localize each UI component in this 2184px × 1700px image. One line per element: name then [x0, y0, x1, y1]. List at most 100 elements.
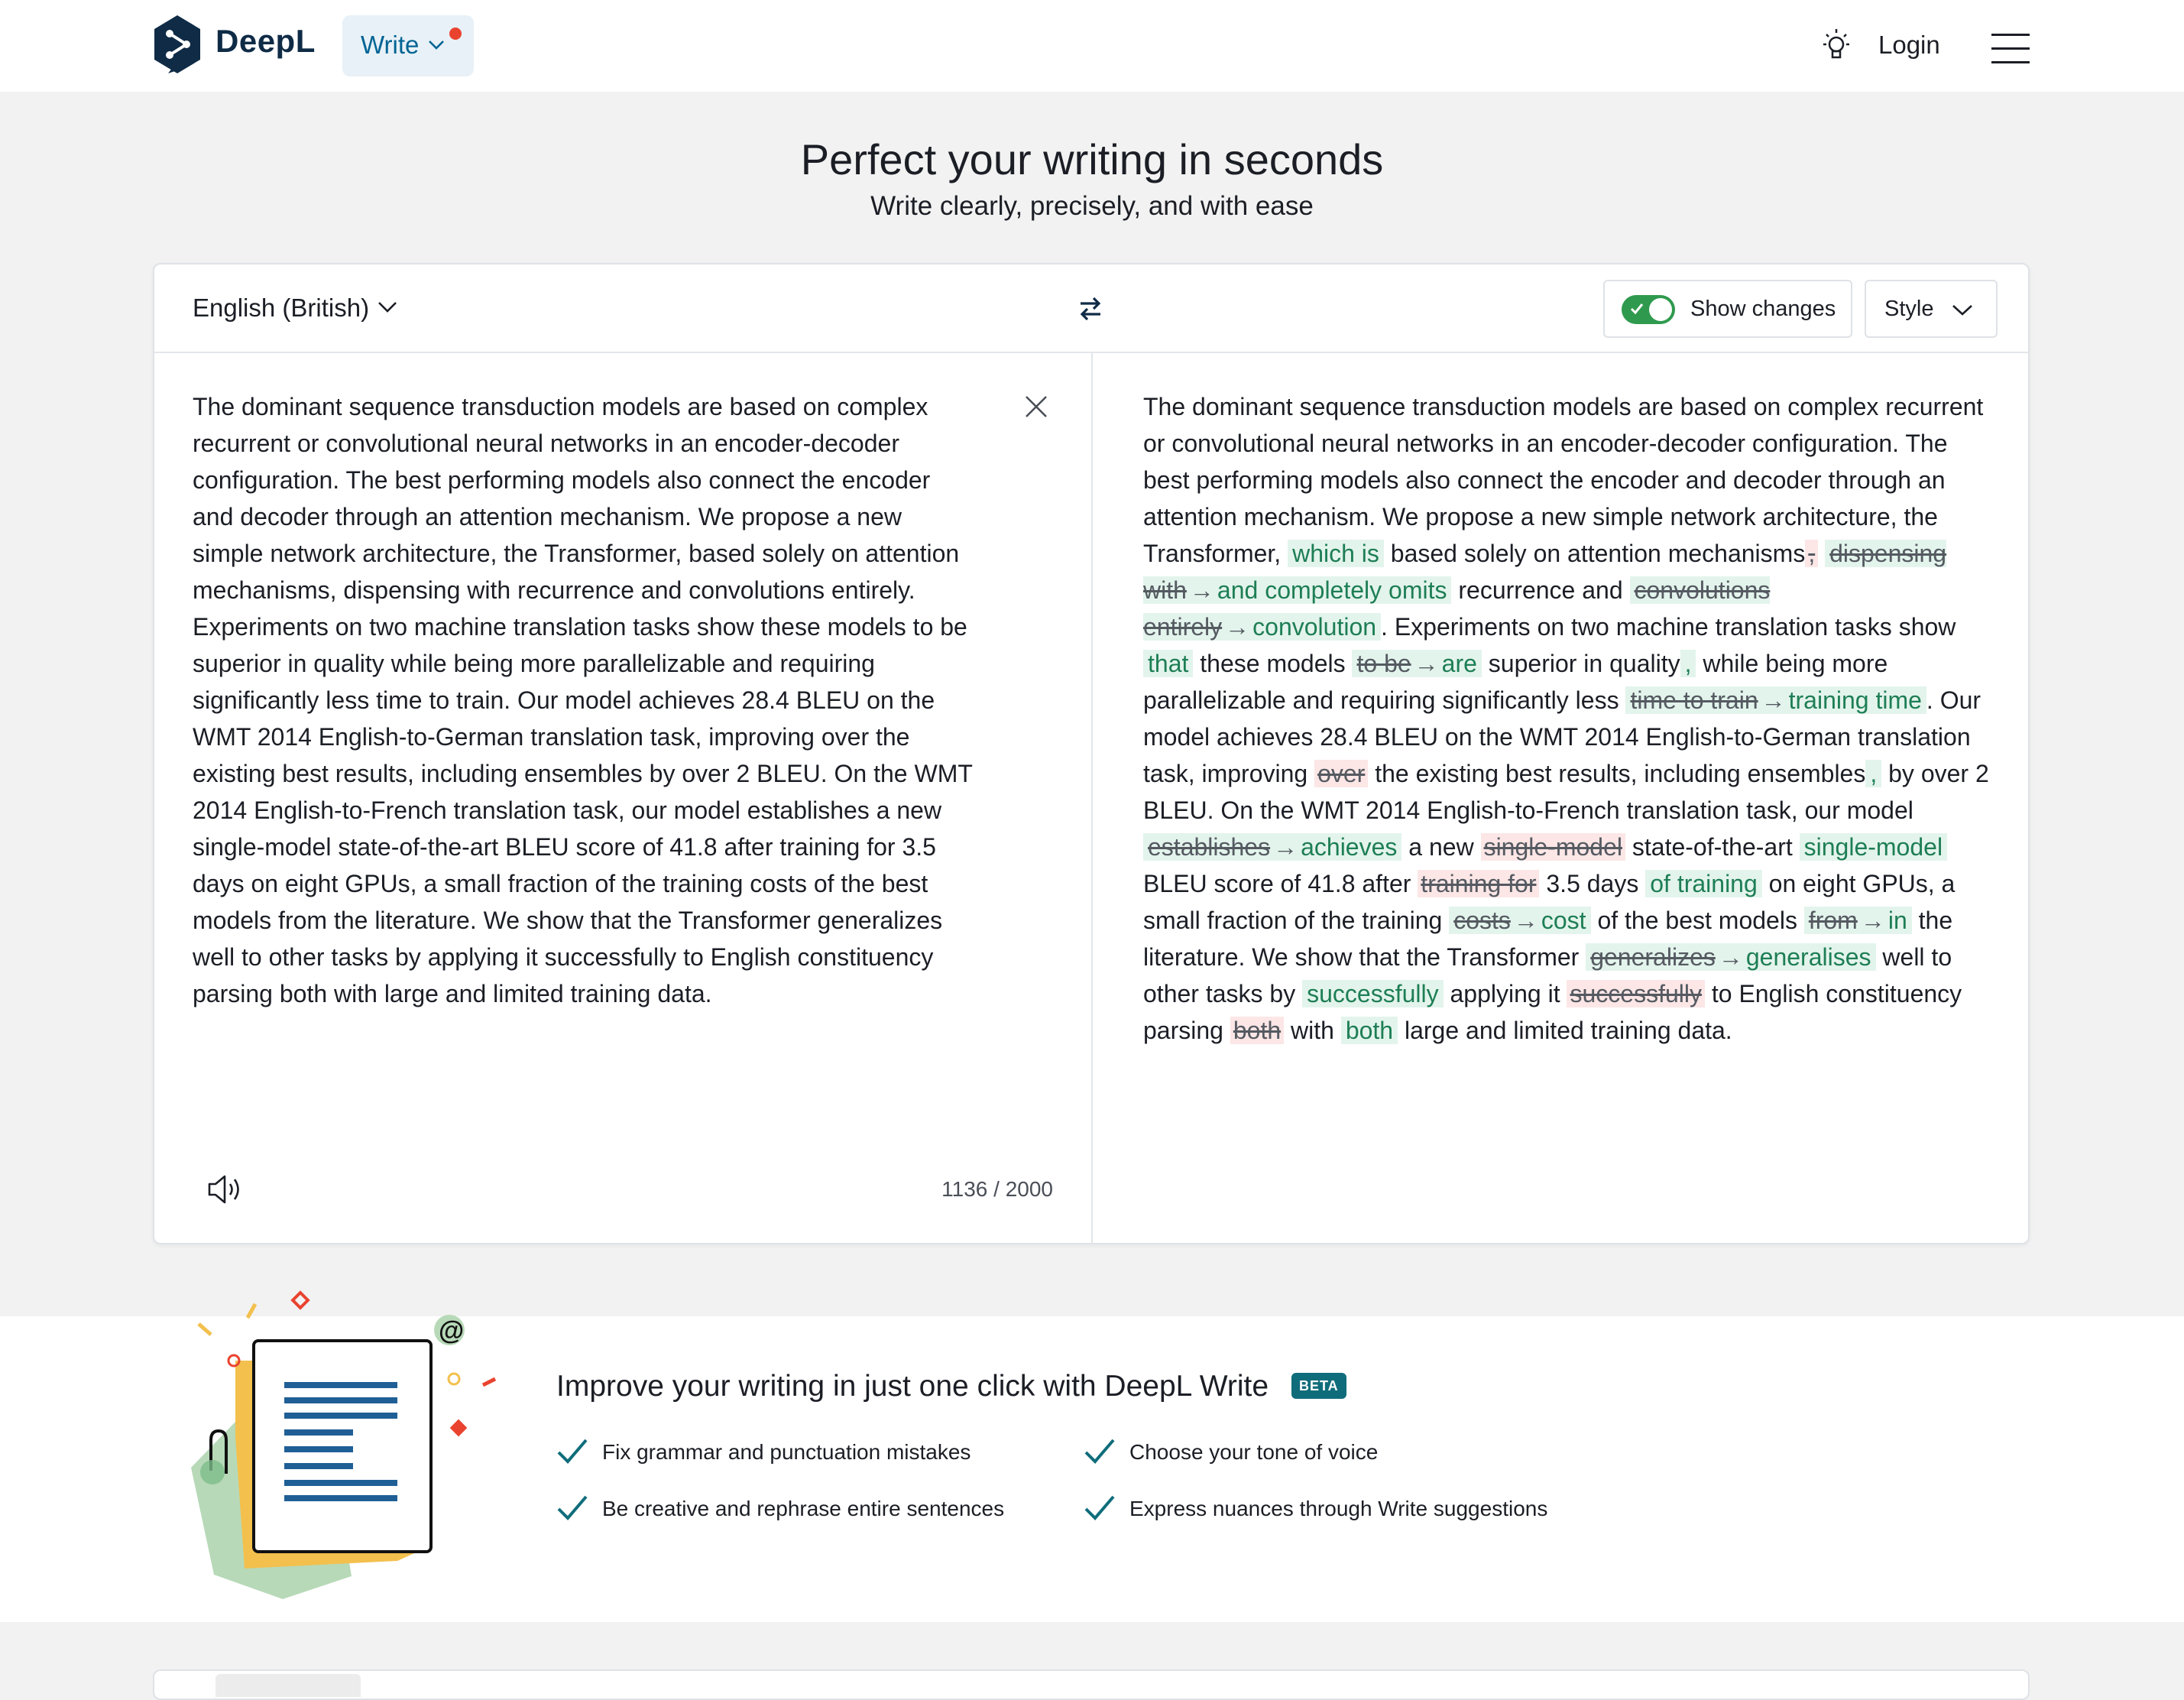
suggested-insertion[interactable]: successfully [1302, 980, 1444, 1007]
suggested-insertion[interactable]: both [1340, 1017, 1398, 1044]
replacement-text: and completely omits [1217, 576, 1447, 604]
chevron-down-icon [429, 41, 444, 50]
feature-text: Fix grammar and punctuation mistakes [602, 1440, 971, 1464]
next-section-tab[interactable] [215, 1674, 361, 1697]
suggested-replacement[interactable]: generalizes → generalises [1586, 943, 1876, 971]
login-link[interactable]: Login [1878, 31, 1940, 60]
improved-text-output[interactable]: The dominant sequence transduction model… [1143, 388, 1991, 1049]
output-text-run [1818, 540, 1825, 567]
arrow-right-icon: → [1513, 907, 1538, 934]
suggested-deletion[interactable]: single-model [1480, 833, 1625, 861]
replaced-text: to be [1356, 650, 1411, 677]
close-icon[interactable] [1024, 394, 1048, 419]
checkmark-icon [557, 1495, 588, 1520]
replacement-text: cost [1541, 907, 1586, 934]
suggested-insertion[interactable]: single-model [1799, 833, 1948, 861]
replaced-text: costs [1453, 907, 1511, 934]
arrow-right-icon: → [1189, 576, 1214, 604]
style-dropdown[interactable]: Style [1865, 280, 1998, 338]
output-text-run: . Experiments on two machine translation… [1381, 613, 1956, 641]
output-text-run: 3.5 days [1539, 870, 1646, 897]
next-section-card [153, 1669, 2030, 1700]
suggested-insertion[interactable]: which is [1288, 540, 1384, 567]
editor-toolbar: English (British) Show changes Style [154, 264, 2028, 353]
panel-divider [1091, 352, 1093, 1243]
show-changes-label: Show changes [1690, 297, 1836, 321]
suggested-replacement[interactable]: time to train → training time [1625, 686, 1926, 714]
chevron-down-icon[interactable] [378, 301, 397, 313]
replaced-text: generalizes [1590, 943, 1716, 971]
arrow-right-icon: → [1718, 943, 1743, 971]
replaced-text: time to train [1630, 686, 1758, 714]
output-text-run: with [1284, 1017, 1341, 1044]
output-text-run: the existing best results, including ens… [1368, 760, 1866, 787]
suggested-deletion[interactable]: successfully [1567, 980, 1705, 1007]
suggested-replacement[interactable]: to be → are [1352, 650, 1482, 677]
output-text-run: based solely on attention mechanisms [1383, 540, 1806, 567]
source-text-input[interactable]: The dominant sequence transduction model… [193, 388, 1003, 1012]
checkmark-icon [557, 1439, 588, 1464]
checkmark-icon [1084, 1495, 1115, 1520]
arrow-right-icon: → [1414, 650, 1439, 677]
replacement-text: generalises [1745, 943, 1871, 971]
deepl-logo-icon[interactable] [151, 14, 203, 75]
show-changes-switch[interactable] [1622, 295, 1675, 324]
suggested-insertion[interactable]: , [1865, 760, 1882, 787]
page-subtitle: Write clearly, precisely, and with ease [870, 191, 1314, 221]
arrow-right-icon: → [1225, 613, 1250, 641]
chevron-down-icon [1952, 305, 1972, 316]
top-navbar: DeepL Write Login [0, 0, 2184, 92]
output-text-run: superior in quality [1481, 650, 1680, 677]
promo-title: Improve your writing in just one click w… [556, 1370, 1269, 1403]
output-text-run: of the best models [1590, 907, 1804, 934]
hamburger-menu-icon[interactable] [1991, 34, 2030, 64]
replaced-text: establishes [1148, 833, 1271, 861]
suggested-replacement[interactable]: establishes → achieves [1143, 833, 1402, 861]
suggested-deletion[interactable]: training for [1418, 870, 1540, 897]
beta-badge: BETA [1291, 1373, 1346, 1399]
checkmark-icon [1084, 1439, 1115, 1464]
switch-knob [1649, 298, 1672, 321]
brand-name[interactable]: DeepL [215, 23, 316, 60]
page-title: Perfect your writing in seconds [800, 135, 1384, 183]
swap-arrows-icon[interactable] [1077, 295, 1103, 323]
output-text-run: state-of-the-art [1625, 833, 1800, 861]
replacement-text: convolution [1252, 613, 1377, 641]
notification-dot [449, 28, 462, 40]
suggested-replacement[interactable]: from → in [1803, 907, 1912, 934]
suggested-deletion[interactable]: , [1805, 540, 1819, 567]
lightbulb-icon[interactable] [1819, 28, 1854, 64]
suggested-insertion[interactable]: of training [1645, 870, 1762, 897]
suggested-insertion[interactable]: that [1143, 650, 1194, 677]
suggested-deletion[interactable]: over [1314, 760, 1369, 787]
replaced-text: from [1808, 907, 1858, 934]
write-menu-label: Write [361, 31, 420, 59]
write-menu-button[interactable]: Write [342, 15, 474, 76]
output-text-run: these models [1193, 650, 1353, 677]
suggested-insertion[interactable]: , [1680, 650, 1696, 677]
editor-card: English (British) Show changes Style The… [153, 263, 2030, 1244]
character-count: 1136 / 2000 [941, 1177, 1053, 1201]
replacement-text: achieves [1301, 833, 1398, 861]
feature-text: Choose your tone of voice [1129, 1440, 1379, 1464]
suggested-deletion[interactable]: both [1230, 1017, 1285, 1044]
language-selector[interactable]: English (British) [193, 294, 369, 323]
output-text-run: a new [1401, 833, 1481, 861]
checkmark-icon [1630, 303, 1644, 315]
document-illustration: @ [191, 1290, 497, 1599]
speaker-icon[interactable] [206, 1173, 245, 1206]
arrow-right-icon: → [1273, 833, 1298, 861]
svg-text:@: @ [439, 1316, 464, 1345]
show-changes-toggle-button[interactable]: Show changes [1603, 280, 1852, 338]
output-text-run: applying it [1443, 980, 1567, 1007]
style-label: Style [1884, 297, 1934, 321]
replacement-text: in [1888, 907, 1907, 934]
replacement-text: are [1441, 650, 1477, 677]
output-text-run: large and limited training data. [1398, 1017, 1732, 1044]
arrow-right-icon: → [1761, 686, 1786, 714]
arrow-right-icon: → [1860, 907, 1885, 934]
output-text-run: recurrence and [1451, 576, 1630, 604]
feature-text: Be creative and rephrase entire sentence… [602, 1497, 1005, 1520]
suggested-replacement[interactable]: costs → cost [1449, 907, 1591, 934]
output-text-run: BLEU score of 41.8 after [1143, 870, 1418, 897]
